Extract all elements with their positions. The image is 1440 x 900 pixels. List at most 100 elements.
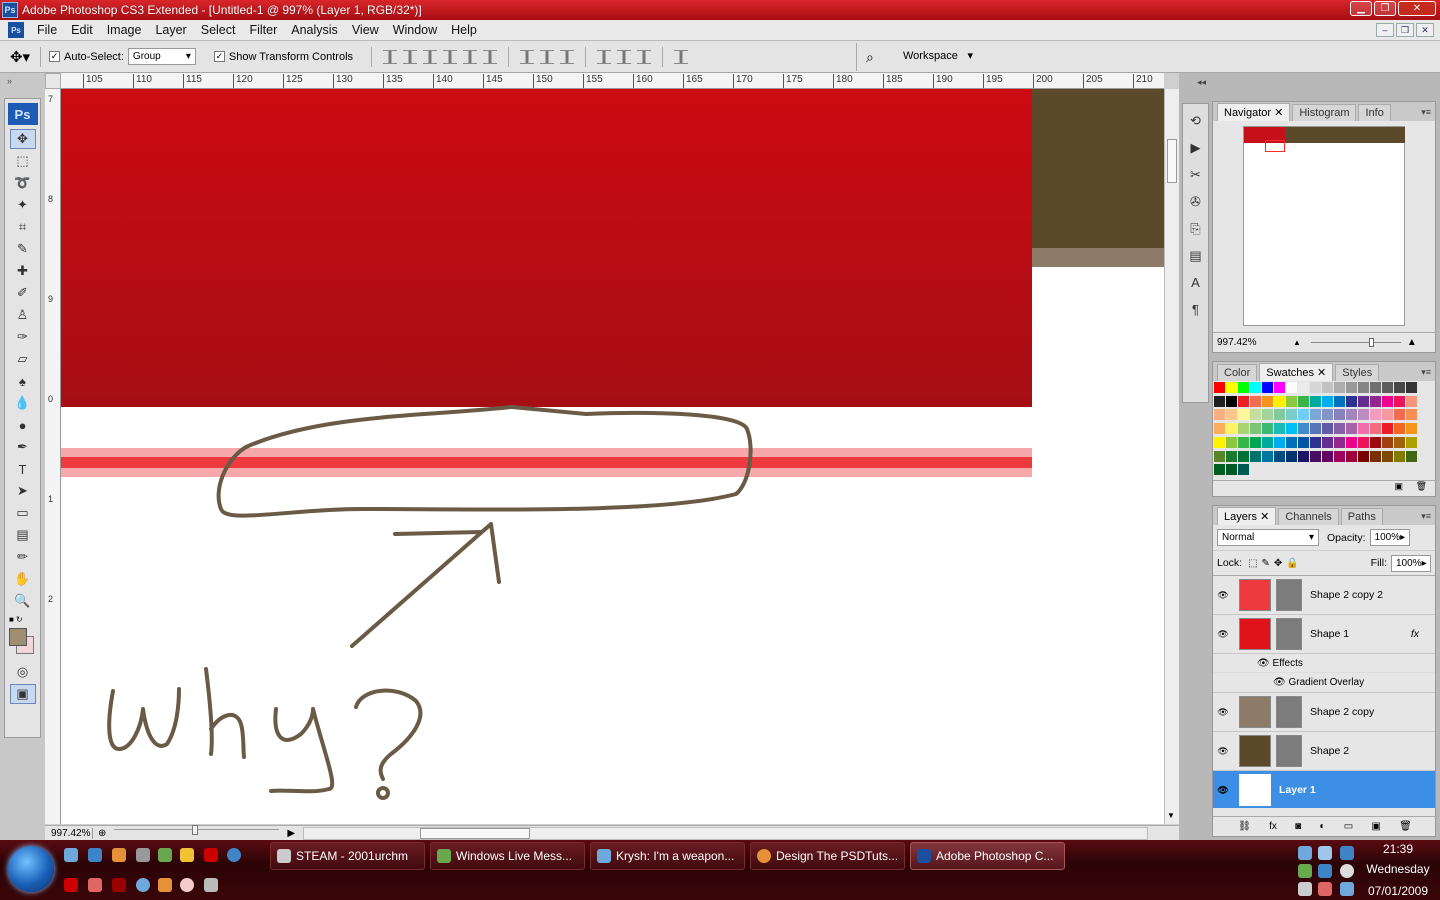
ps-badge[interactable]: Ps <box>7 103 38 125</box>
color-swatch[interactable] <box>1406 450 1417 462</box>
menu-file[interactable]: File <box>30 23 64 37</box>
fill-input[interactable]: 100% ▸ <box>1391 554 1431 572</box>
color-swatch[interactable] <box>1274 423 1285 435</box>
panel-menu-icon[interactable]: ▾≡ <box>1421 367 1431 378</box>
workspace-menu[interactable]: Workspace ▾ <box>898 47 978 64</box>
vertical-scroll-thumb[interactable] <box>1167 139 1177 183</box>
color-swatch[interactable] <box>1334 450 1345 462</box>
color-swatch[interactable] <box>1226 450 1237 462</box>
color-swatch[interactable] <box>1226 395 1237 407</box>
navigator-zoom-thumb[interactable] <box>1368 338 1374 347</box>
menu-edit[interactable]: Edit <box>64 23 100 37</box>
clone-source-panel-icon[interactable]: ⎘ <box>1185 218 1206 239</box>
tool-presets-panel-icon[interactable]: ✂ <box>1185 164 1206 185</box>
color-swatch[interactable] <box>1226 409 1237 421</box>
tab-styles[interactable]: Styles <box>1335 364 1380 381</box>
add-mask-icon[interactable]: ◙ <box>1295 821 1301 832</box>
color-swatch[interactable] <box>1286 382 1297 393</box>
new-swatch-icon[interactable]: ▣ <box>1395 481 1404 491</box>
color-swatch[interactable] <box>1334 395 1345 407</box>
color-swatch[interactable] <box>1226 436 1237 448</box>
color-swatch[interactable] <box>1286 423 1297 435</box>
skype-icon[interactable] <box>227 848 241 862</box>
menu-analysis[interactable]: Analysis <box>284 23 345 37</box>
color-swatch[interactable] <box>1394 409 1405 421</box>
color-swatch[interactable] <box>1322 395 1333 407</box>
menu-image[interactable]: Image <box>100 23 149 37</box>
new-layer-icon[interactable]: ▣ <box>1371 821 1380 832</box>
color-swatch[interactable] <box>1286 436 1297 448</box>
steam-icon[interactable] <box>204 878 218 892</box>
color-swatch[interactable] <box>1322 450 1333 462</box>
marquee-tool-icon[interactable]: ⬚ <box>10 151 36 171</box>
color-swatch[interactable] <box>1370 450 1381 462</box>
zoom-in-icon[interactable]: ▲ <box>1407 337 1417 348</box>
color-swatch[interactable] <box>1262 409 1273 421</box>
color-swatch[interactable] <box>1238 382 1249 393</box>
color-swatch[interactable] <box>1322 436 1333 448</box>
color-swatch[interactable] <box>1250 382 1261 393</box>
tab-info[interactable]: Info <box>1358 104 1391 121</box>
color-swatch[interactable] <box>1358 436 1369 448</box>
menu-help[interactable]: Help <box>444 23 484 37</box>
color-swatch[interactable] <box>1394 450 1405 462</box>
tray-icon[interactable] <box>1318 864 1332 878</box>
color-swatch[interactable] <box>1238 423 1249 435</box>
taskbar-chat[interactable]: Krysh: I'm a weapon... <box>590 842 745 870</box>
align-vcenter-icon[interactable] <box>403 49 418 64</box>
app-quicklaunch-icon[interactable] <box>204 848 218 862</box>
color-swatch[interactable] <box>1250 423 1261 435</box>
adjustment-layer-icon[interactable]: ◐ <box>1319 821 1325 832</box>
color-swatch[interactable] <box>1298 450 1309 462</box>
color-swatch[interactable] <box>1382 395 1393 407</box>
firefox-icon[interactable] <box>112 848 126 862</box>
opacity-input[interactable]: 100% ▸ <box>1369 529 1410 546</box>
maximize-button[interactable]: ❐ <box>1374 1 1396 16</box>
color-picker-swatches[interactable] <box>8 626 40 660</box>
character-panel-icon[interactable]: A <box>1185 272 1206 293</box>
color-swatch[interactable] <box>1262 423 1273 435</box>
color-swatch[interactable] <box>1334 423 1345 435</box>
color-swatch[interactable] <box>1334 409 1345 421</box>
color-swatch[interactable] <box>1214 382 1225 393</box>
close-button[interactable]: ✕ <box>1398 1 1436 16</box>
color-swatch[interactable] <box>1250 450 1261 462</box>
zoom-tool-icon[interactable]: 🔍 <box>10 591 36 611</box>
taskbar-steam[interactable]: STEAM - 2001urchm <box>270 842 425 870</box>
color-swatch[interactable] <box>1310 409 1321 421</box>
color-swatch[interactable] <box>1298 382 1309 393</box>
color-swatch[interactable] <box>1214 423 1225 435</box>
navigator-preview[interactable] <box>1243 126 1405 326</box>
brushes-panel-icon[interactable]: ✇ <box>1185 191 1206 212</box>
color-swatch[interactable] <box>1370 409 1381 421</box>
color-swatch[interactable] <box>1370 436 1381 448</box>
tray-icon[interactable] <box>1298 882 1312 896</box>
lock-icons[interactable]: ⬚✎✥🔒 <box>1248 558 1303 569</box>
navigator-view-box[interactable] <box>1265 140 1285 152</box>
color-swatch[interactable] <box>1262 382 1273 393</box>
color-swatch[interactable] <box>1298 409 1309 421</box>
color-swatch[interactable] <box>1238 436 1249 448</box>
actions-panel-icon[interactable]: ▶ <box>1185 137 1206 158</box>
color-swatch[interactable] <box>1226 464 1237 476</box>
color-swatch[interactable] <box>1214 436 1225 448</box>
tab-channels[interactable]: Channels <box>1278 508 1339 525</box>
show-desktop-icon[interactable] <box>64 848 78 862</box>
blur-tool-icon[interactable]: 💧 <box>10 393 36 413</box>
vertical-scrollbar[interactable]: ▼ <box>1164 89 1179 824</box>
taskbar-photoshop[interactable]: Adobe Photoshop C... <box>910 842 1065 870</box>
path-selection-tool-icon[interactable]: ➤ <box>10 481 36 501</box>
start-button[interactable] <box>8 846 54 892</box>
tray-icon[interactable] <box>1340 882 1354 896</box>
app-icon[interactable] <box>64 878 78 892</box>
color-swatch[interactable] <box>1238 409 1249 421</box>
auto-select-checkbox[interactable]: ✓ <box>49 51 60 62</box>
healing-brush-tool-icon[interactable]: ✚ <box>10 261 36 281</box>
color-swatch[interactable] <box>1226 423 1237 435</box>
fx-icon[interactable]: fx <box>1411 628 1419 640</box>
color-swatch[interactable] <box>1310 423 1321 435</box>
color-swatch[interactable] <box>1298 436 1309 448</box>
eye-icon[interactable]: 👁 <box>1213 629 1233 640</box>
color-swatch[interactable] <box>1322 423 1333 435</box>
new-group-icon[interactable]: ▭ <box>1344 821 1353 832</box>
